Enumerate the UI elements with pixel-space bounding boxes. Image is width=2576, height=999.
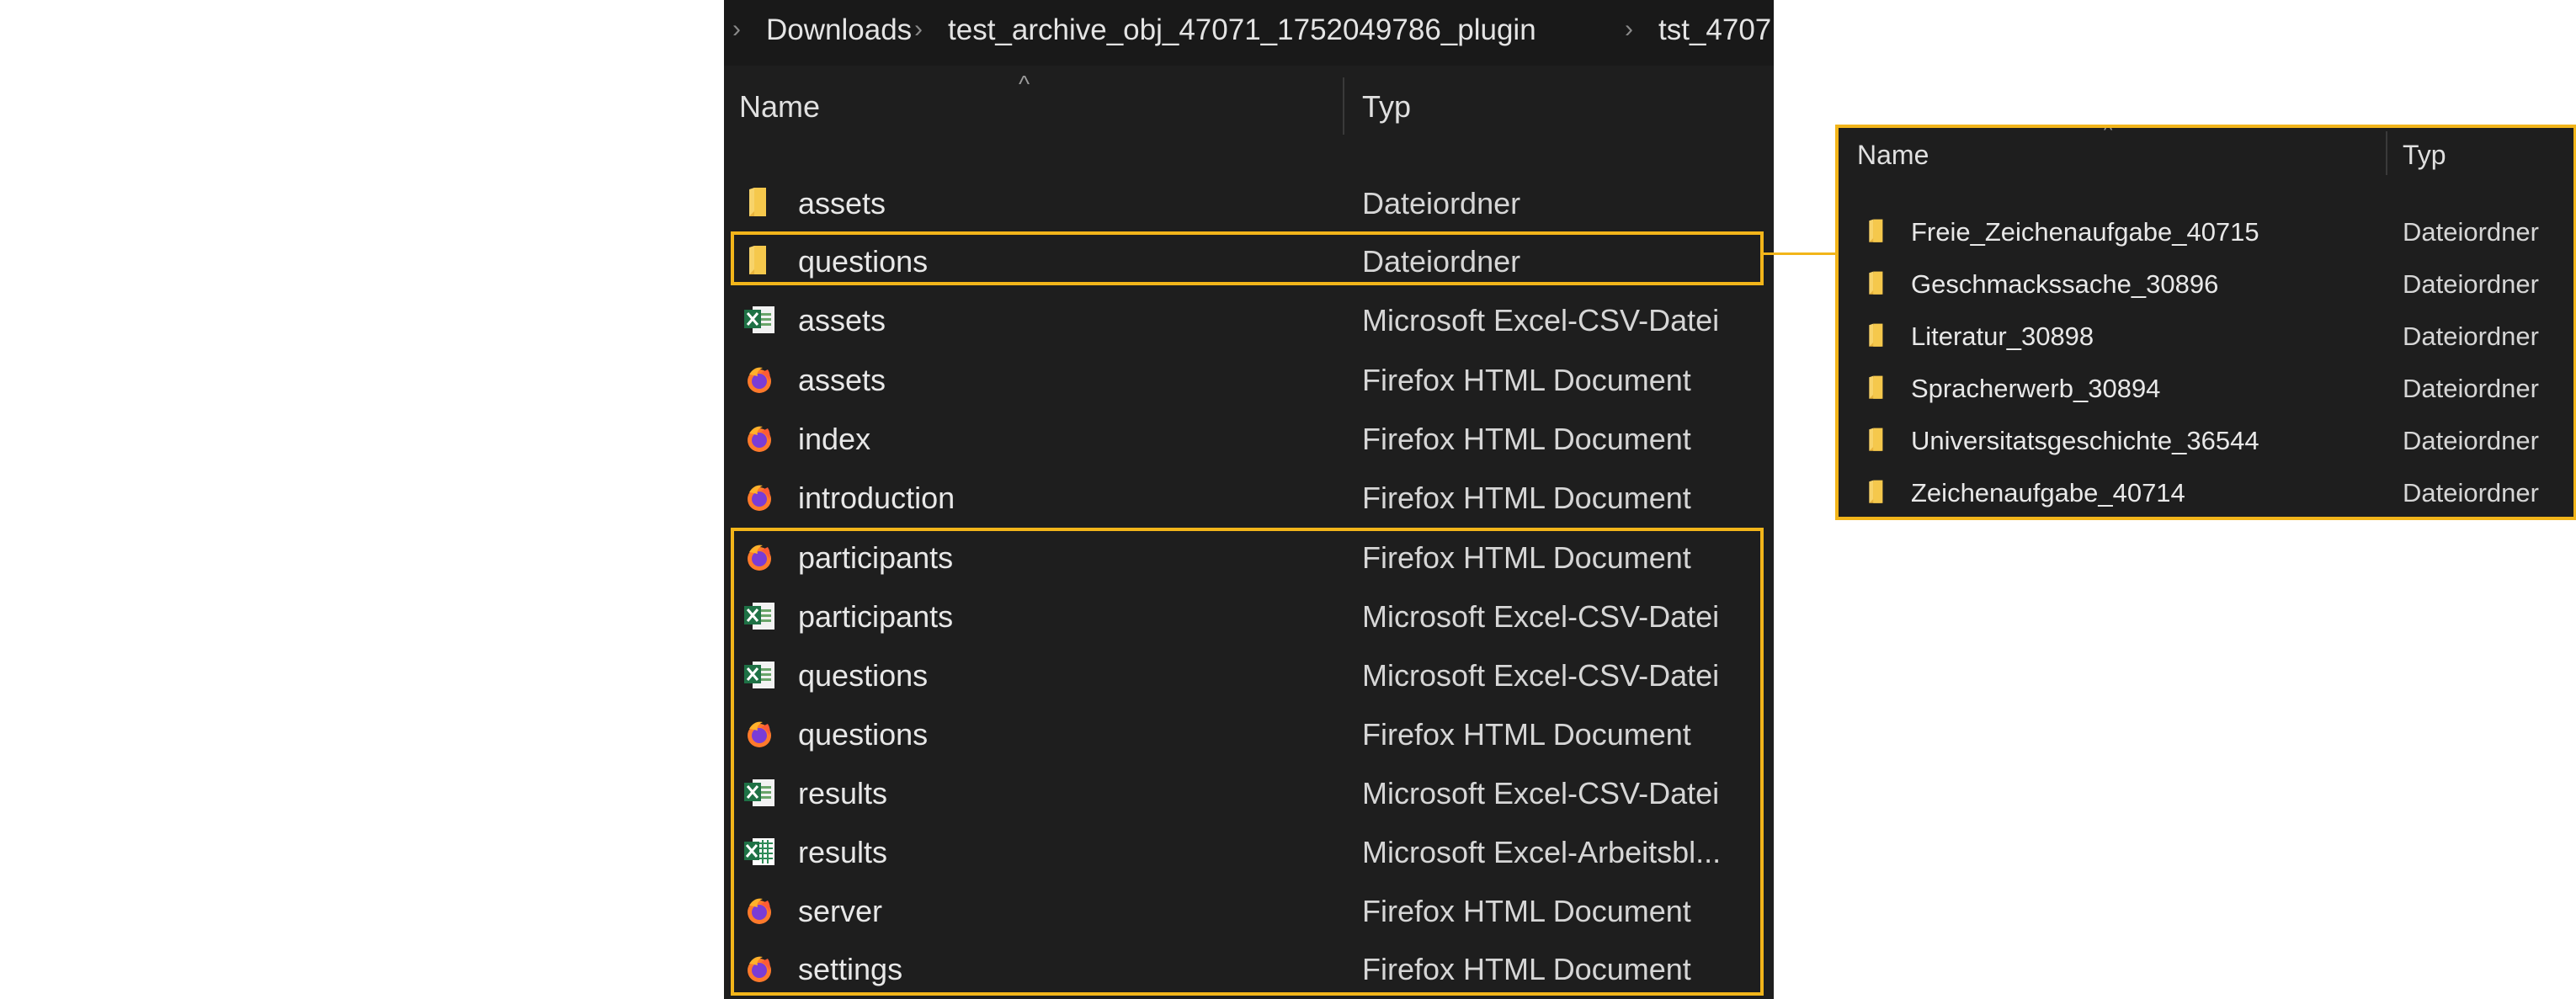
excel-csv-icon bbox=[742, 776, 776, 810]
sort-ascending-icon: ^ bbox=[1019, 71, 1030, 97]
chevron-right-icon: › bbox=[1625, 15, 1633, 43]
file-row[interactable]: assets Firefox HTML Document bbox=[724, 350, 1774, 409]
breadcrumb-item-archive[interactable]: test_archive_obj_47071_1752049786_plugin bbox=[948, 13, 1536, 47]
file-type: Firefox HTML Document bbox=[1362, 363, 1691, 397]
folder-row[interactable]: Freie_Zeichenaufgabe_40715 Dateiordner bbox=[1839, 207, 2573, 259]
file-row[interactable]: participants Firefox HTML Document bbox=[724, 528, 1774, 587]
folder-icon bbox=[1864, 478, 1891, 507]
chevron-right-icon: › bbox=[914, 15, 923, 43]
file-row[interactable]: results Microsoft Excel-Arbeitsbl... bbox=[724, 822, 1774, 881]
firefox-html-icon bbox=[742, 363, 776, 396]
file-name: assets bbox=[798, 303, 886, 337]
firefox-html-icon bbox=[742, 540, 776, 574]
file-type: Firefox HTML Document bbox=[1362, 894, 1691, 928]
file-type: Microsoft Excel-CSV-Datei bbox=[1362, 658, 1720, 693]
folder-icon bbox=[1864, 321, 1891, 350]
breadcrumb-item-downloads[interactable]: Downloads bbox=[766, 13, 912, 47]
breadcrumb-item-tst[interactable]: tst_4707 bbox=[1658, 13, 1771, 47]
excel-csv-icon bbox=[742, 303, 776, 337]
excel-csv-icon bbox=[742, 658, 776, 692]
file-type: Firefox HTML Document bbox=[1362, 717, 1691, 752]
folder-row[interactable]: Literatur_30898 Dateiordner bbox=[1839, 311, 2573, 364]
file-row[interactable]: assets Dateiordner bbox=[724, 173, 1774, 232]
column-header-name[interactable]: Name bbox=[1857, 140, 1929, 171]
sort-ascending-icon: ^ bbox=[2104, 125, 2113, 141]
column-header-type[interactable]: Typ bbox=[2403, 140, 2446, 171]
file-name: index bbox=[798, 422, 871, 456]
folder-name: Geschmackssache_30896 bbox=[1911, 269, 2219, 299]
folder-row[interactable]: Zeichenaufgabe_40714 Dateiordner bbox=[1839, 468, 2573, 517]
folder-icon bbox=[1864, 217, 1891, 246]
folder-icon bbox=[742, 186, 776, 220]
file-name: participants bbox=[798, 599, 954, 634]
folder-row[interactable]: Geschmackssache_30896 Dateiordner bbox=[1839, 259, 2573, 311]
folder-name: Freie_Zeichenaufgabe_40715 bbox=[1911, 217, 2259, 247]
excel-csv-icon bbox=[742, 599, 776, 633]
firefox-html-icon bbox=[742, 717, 776, 751]
folder-name: Literatur_30898 bbox=[1911, 321, 2094, 351]
file-type: Microsoft Excel-CSV-Datei bbox=[1362, 599, 1720, 634]
file-name: assets bbox=[798, 363, 886, 397]
file-row[interactable]: questions Dateiordner bbox=[724, 231, 1774, 290]
firefox-html-icon bbox=[742, 952, 776, 986]
file-type: Firefox HTML Document bbox=[1362, 422, 1691, 456]
file-name: assets bbox=[798, 186, 886, 221]
folder-type: Dateiordner bbox=[2403, 217, 2539, 247]
file-name: settings bbox=[798, 952, 903, 986]
folder-row[interactable]: Spracherwerb_30894 Dateiordner bbox=[1839, 364, 2573, 416]
folder-type: Dateiordner bbox=[2403, 478, 2539, 507]
file-type: Firefox HTML Document bbox=[1362, 952, 1691, 986]
folder-name: Zeichenaufgabe_40714 bbox=[1911, 478, 2185, 507]
column-header-type[interactable]: Typ bbox=[1362, 89, 1411, 125]
file-name: questions bbox=[798, 658, 929, 693]
folder-type: Dateiordner bbox=[2403, 374, 2539, 403]
file-name: results bbox=[798, 776, 888, 810]
file-row[interactable]: questions Microsoft Excel-CSV-Datei bbox=[724, 646, 1774, 704]
file-row[interactable]: server Firefox HTML Document bbox=[724, 881, 1774, 940]
file-name: questions bbox=[798, 244, 929, 279]
chevron-right-icon: › bbox=[732, 15, 741, 43]
column-divider[interactable] bbox=[2386, 131, 2387, 175]
firefox-html-icon bbox=[742, 422, 776, 455]
column-header-name[interactable]: Name bbox=[739, 89, 820, 125]
file-row[interactable]: index Firefox HTML Document bbox=[724, 409, 1774, 468]
file-row[interactable]: results Microsoft Excel-CSV-Datei bbox=[724, 763, 1774, 822]
file-row[interactable]: settings Firefox HTML Document bbox=[724, 939, 1774, 998]
questions-folder-panel: ^ Name Typ Freie_Zeichenaufgabe_40715 Da… bbox=[1835, 125, 2576, 520]
file-name: server bbox=[798, 894, 883, 928]
folder-type: Dateiordner bbox=[2403, 269, 2539, 299]
file-type: Dateiordner bbox=[1362, 186, 1521, 221]
file-type: Microsoft Excel-Arbeitsbl... bbox=[1362, 835, 1722, 869]
folder-icon bbox=[1864, 269, 1891, 298]
highlight-connector-line bbox=[1764, 252, 1835, 255]
file-type: Firefox HTML Document bbox=[1362, 540, 1691, 575]
file-row[interactable]: participants Microsoft Excel-CSV-Datei bbox=[724, 587, 1774, 646]
file-name: introduction bbox=[798, 481, 955, 515]
excel-workbook-icon bbox=[742, 835, 776, 869]
folder-name: Spracherwerb_30894 bbox=[1911, 374, 2161, 403]
firefox-html-icon bbox=[742, 481, 776, 514]
firefox-html-icon bbox=[742, 894, 776, 927]
file-type: Firefox HTML Document bbox=[1362, 481, 1691, 515]
folder-name: Universitatsgeschichte_36544 bbox=[1911, 426, 2259, 455]
folder-icon bbox=[1864, 426, 1891, 454]
file-name: results bbox=[798, 835, 888, 869]
column-divider[interactable] bbox=[1343, 77, 1344, 135]
file-name: questions bbox=[798, 717, 929, 752]
folder-icon bbox=[1864, 374, 1891, 402]
file-type: Dateiordner bbox=[1362, 244, 1521, 279]
file-type: Microsoft Excel-CSV-Datei bbox=[1362, 303, 1720, 337]
file-row[interactable]: introduction Firefox HTML Document bbox=[724, 468, 1774, 527]
breadcrumb: › Downloads › test_archive_obj_47071_175… bbox=[724, 0, 1774, 66]
folder-type: Dateiordner bbox=[2403, 426, 2539, 455]
file-row[interactable]: questions Firefox HTML Document bbox=[724, 704, 1774, 763]
explorer-window: › Downloads › test_archive_obj_47071_175… bbox=[724, 0, 1774, 999]
folder-type: Dateiordner bbox=[2403, 321, 2539, 351]
file-type: Microsoft Excel-CSV-Datei bbox=[1362, 776, 1720, 810]
folder-icon bbox=[742, 244, 776, 278]
file-name: participants bbox=[798, 540, 954, 575]
file-row[interactable]: assets Microsoft Excel-CSV-Datei bbox=[724, 290, 1774, 349]
folder-row[interactable]: Universitatsgeschichte_36544 Dateiordner bbox=[1839, 416, 2573, 468]
